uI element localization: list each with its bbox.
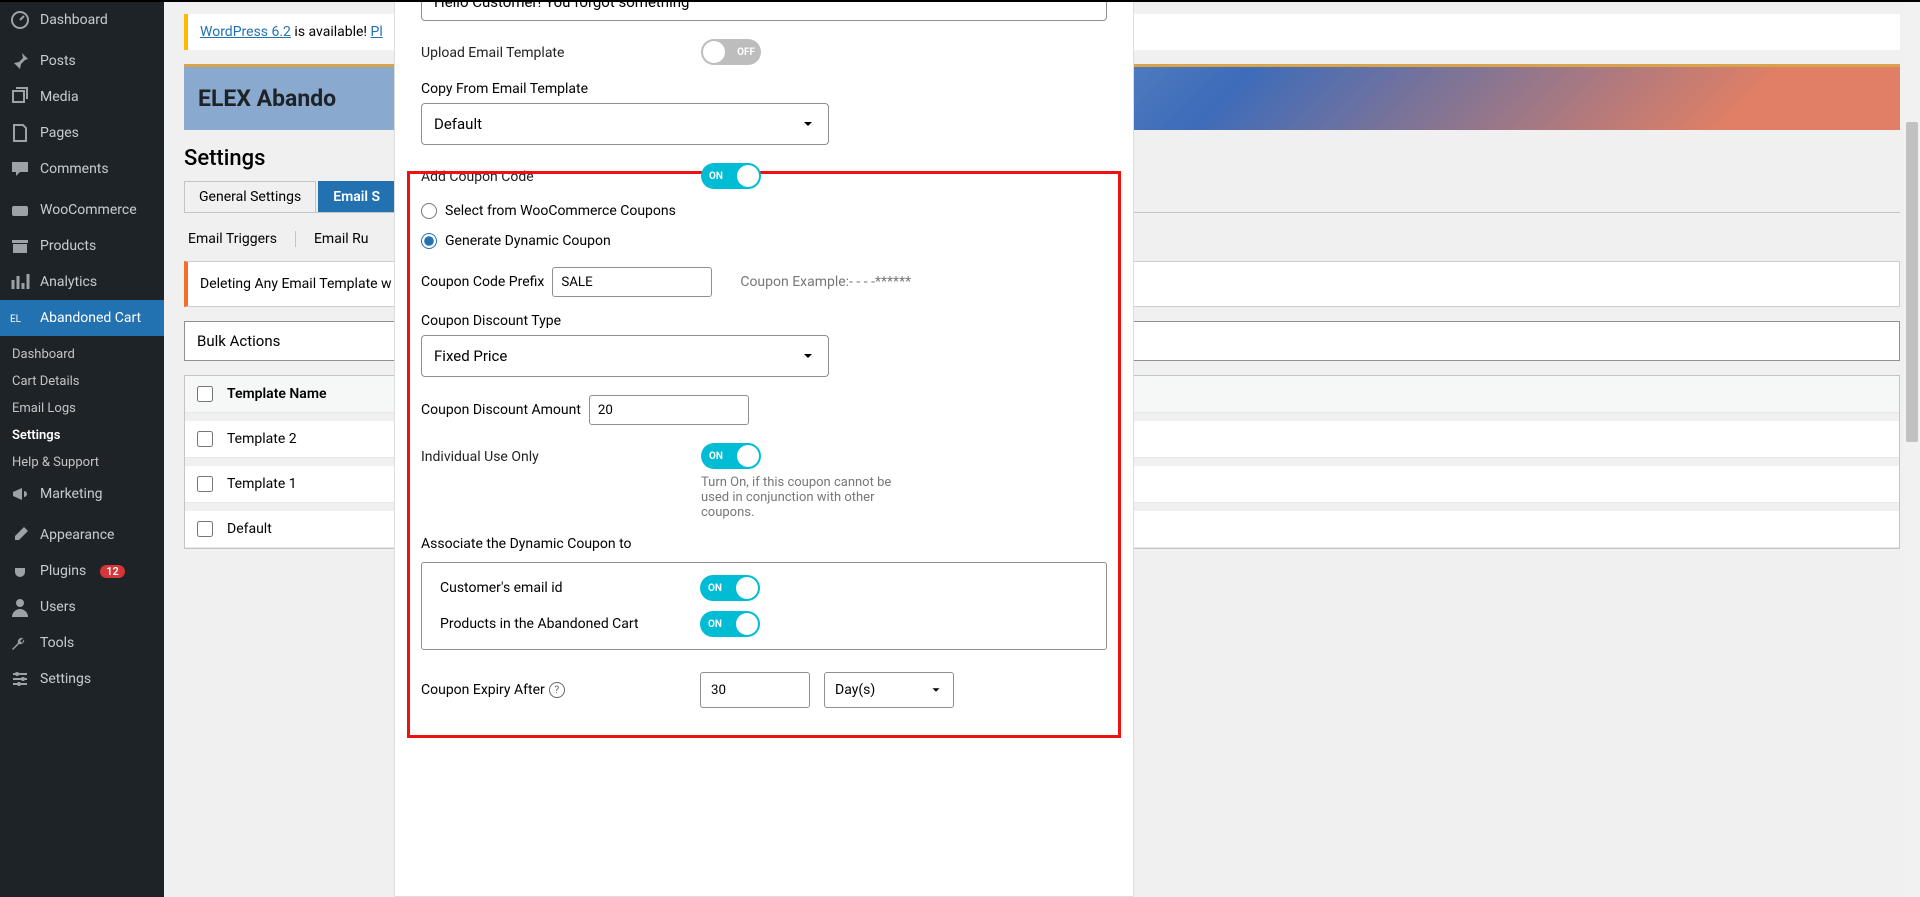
sidebar-item-plugins[interactable]: Plugins12 (0, 553, 164, 589)
media-icon (10, 87, 30, 107)
page-icon (10, 123, 30, 143)
row-checkbox[interactable] (197, 476, 213, 492)
pin-icon (10, 51, 30, 71)
main-content: WordPress 6.2 is available! Pl ELEX Aban… (164, 2, 1920, 897)
row-checkbox[interactable] (197, 431, 213, 447)
sidebar-item-abandoned-cart[interactable]: ELAbandoned Cart (0, 300, 164, 336)
brush-icon (10, 525, 30, 545)
individual-use-toggle[interactable]: ON (701, 443, 761, 469)
sidebar-item-pages[interactable]: Pages (0, 115, 164, 151)
sidebar-sub-settings[interactable]: Settings (0, 422, 164, 449)
sidebar-sub-help-support[interactable]: Help & Support (0, 449, 164, 476)
copy-template-label: Copy From Email Template (421, 81, 1107, 97)
scrollbar[interactable] (1904, 2, 1920, 897)
discount-amount-input[interactable] (589, 395, 749, 425)
sidebar-item-woocommerce[interactable]: WooCommerce (0, 192, 164, 228)
please-update-link[interactable]: Pl (371, 24, 383, 40)
assoc-email-label: Customer's email id (440, 580, 700, 596)
subtab-email-triggers[interactable]: Email Triggers (184, 229, 281, 249)
archive-icon (10, 236, 30, 256)
user-icon (10, 597, 30, 617)
generate-dynamic-coupon-radio[interactable] (421, 233, 437, 249)
sidebar-item-appearance[interactable]: Appearance (0, 517, 164, 553)
add-coupon-label: Add Coupon Code (421, 163, 701, 185)
woo-icon (10, 200, 30, 220)
subtab-email-ru[interactable]: Email Ru (310, 229, 372, 249)
coupon-example-text: Coupon Example:- - - -****** (740, 274, 911, 290)
update-badge: 12 (100, 565, 125, 578)
wp-version-link[interactable]: WordPress 6.2 (200, 24, 291, 40)
sidebar-item-products[interactable]: Products (0, 228, 164, 264)
sidebar-sub-email-logs[interactable]: Email Logs (0, 395, 164, 422)
discount-type-label: Coupon Discount Type (421, 313, 1107, 329)
tab-general-settings[interactable]: General Settings (184, 181, 316, 212)
sidebar-sub-cart-details[interactable]: Cart Details (0, 368, 164, 395)
chart-icon (10, 272, 30, 292)
chevron-down-icon (929, 683, 943, 697)
email-template-form: Upload Email Template OFF Copy From Emai… (394, 2, 1134, 897)
help-icon[interactable]: ? (549, 682, 565, 698)
chevron-down-icon (800, 348, 816, 364)
row-checkbox[interactable] (197, 521, 213, 537)
coupon-expiry-label: Coupon Expiry After ? (421, 682, 686, 698)
wrench-icon (10, 633, 30, 653)
sidebar-item-comments[interactable]: Comments (0, 151, 164, 187)
sidebar-item-dashboard[interactable]: Dashboard (0, 2, 164, 38)
sidebar-item-tools[interactable]: Tools (0, 625, 164, 661)
sidebar-item-analytics[interactable]: Analytics (0, 264, 164, 300)
elex-icon: EL (10, 308, 30, 328)
sidebar-sub-dashboard[interactable]: Dashboard (0, 341, 164, 368)
individual-use-label: Individual Use Only (421, 443, 701, 465)
associate-coupon-label: Associate the Dynamic Coupon to (421, 536, 1107, 552)
email-subject-input[interactable] (421, 2, 1107, 21)
sidebar-item-posts[interactable]: Posts (0, 43, 164, 79)
svg-text:EL: EL (10, 314, 22, 325)
assoc-products-label: Products in the Abandoned Cart (440, 616, 700, 632)
dashboard-icon (10, 10, 30, 30)
associate-coupon-box: Customer's email id ON Products in the A… (421, 562, 1107, 650)
discount-type-select[interactable]: Fixed Price (421, 335, 829, 377)
coupon-expiry-input[interactable] (700, 672, 810, 708)
coupon-prefix-input[interactable] (552, 267, 712, 297)
discount-amount-label: Coupon Discount Amount (421, 402, 581, 418)
upload-template-toggle[interactable]: OFF (701, 39, 761, 65)
admin-sidebar: Dashboard PostsMediaPagesComments WooComme… (0, 2, 164, 897)
comment-icon (10, 159, 30, 179)
sliders-icon (10, 669, 30, 689)
select-woo-coupons-radio[interactable] (421, 203, 437, 219)
sidebar-item-marketing[interactable]: Marketing (0, 476, 164, 512)
assoc-products-toggle[interactable]: ON (700, 611, 760, 637)
copy-template-select[interactable]: Default (421, 103, 829, 145)
plug-icon (10, 561, 30, 581)
individual-use-hint: Turn On, if this coupon cannot be used i… (701, 475, 921, 520)
select-all-checkbox[interactable] (197, 386, 213, 402)
coupon-expiry-unit-select[interactable]: Day(s) (824, 672, 954, 708)
sidebar-item-media[interactable]: Media (0, 79, 164, 115)
add-coupon-toggle[interactable]: ON (701, 163, 761, 189)
scrollbar-thumb[interactable] (1906, 122, 1918, 442)
upload-template-label: Upload Email Template (421, 39, 701, 61)
coupon-prefix-label: Coupon Code Prefix (421, 274, 544, 290)
assoc-email-toggle[interactable]: ON (700, 575, 760, 601)
tab-email-s[interactable]: Email S (318, 181, 395, 212)
sidebar-item-users[interactable]: Users (0, 589, 164, 625)
megaphone-icon (10, 484, 30, 504)
chevron-down-icon (800, 116, 816, 132)
sidebar-item-settings[interactable]: Settings (0, 661, 164, 697)
